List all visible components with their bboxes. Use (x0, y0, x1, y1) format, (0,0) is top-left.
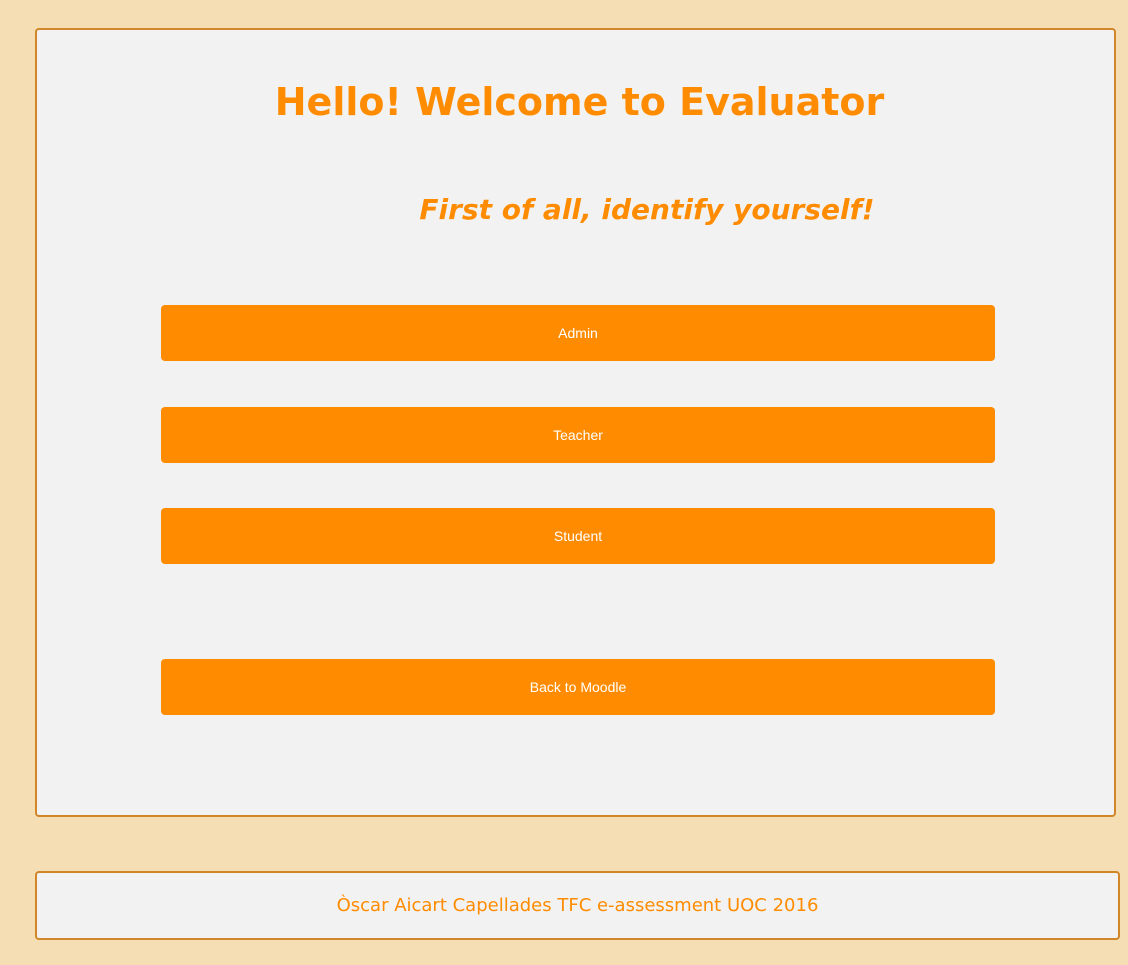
back-to-moodle-button[interactable]: Back to Moodle (161, 659, 995, 715)
footer-text: Òscar Aicart Capellades TFC e-assessment… (336, 895, 819, 916)
page-subtitle: First of all, identify yourself! (419, 193, 875, 226)
main-panel: Hello! Welcome to Evaluator First of all… (35, 28, 1116, 817)
admin-button[interactable]: Admin (161, 305, 995, 361)
teacher-button[interactable]: Teacher (161, 407, 995, 463)
footer: Òscar Aicart Capellades TFC e-assessment… (35, 871, 1120, 940)
student-button[interactable]: Student (161, 508, 995, 564)
page-title: Hello! Welcome to Evaluator (274, 80, 885, 124)
